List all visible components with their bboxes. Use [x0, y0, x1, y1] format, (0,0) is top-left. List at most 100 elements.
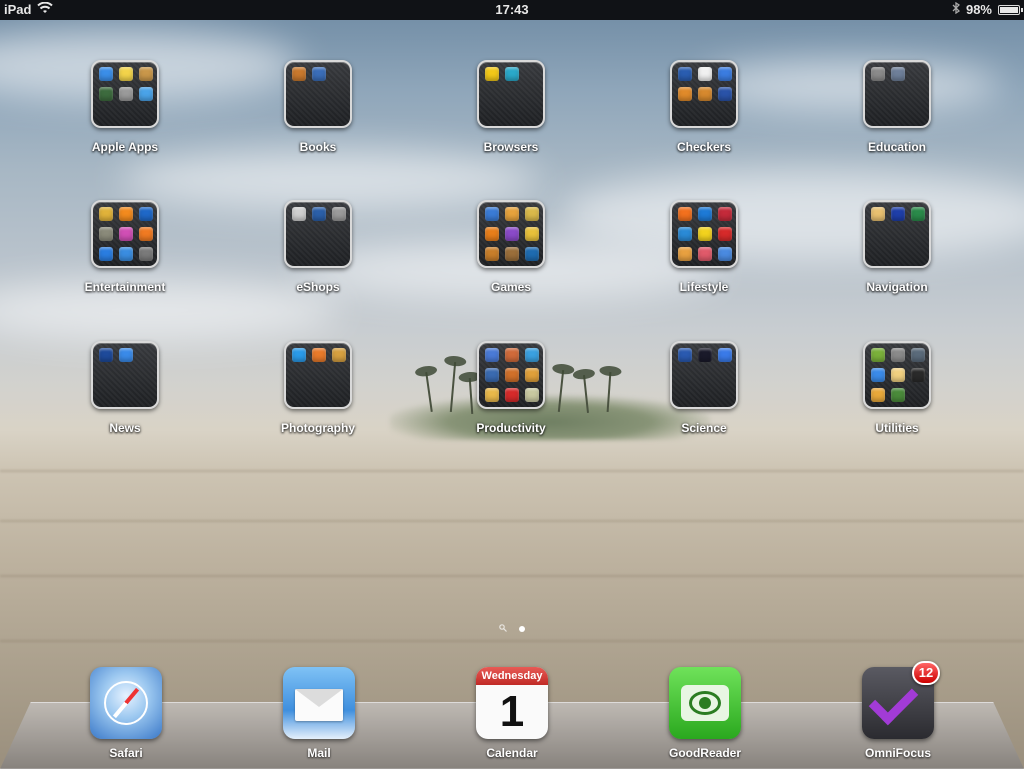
- mini-app-icon: [139, 67, 153, 81]
- mini-app-icon: [678, 348, 692, 362]
- bluetooth-icon: [952, 1, 960, 17]
- mini-app-icon: [525, 368, 539, 382]
- folder-label: Lifestyle: [679, 280, 729, 294]
- mini-app-icon: [718, 87, 732, 101]
- mini-app-icon: [891, 388, 905, 402]
- mini-app-icon: [312, 67, 326, 81]
- mini-app-icon: [292, 67, 306, 81]
- folder-science[interactable]: Science: [634, 341, 774, 441]
- folder-photography[interactable]: Photography: [248, 341, 388, 441]
- mini-app-icon: [525, 247, 539, 261]
- folder-icon[interactable]: [284, 60, 352, 128]
- mini-app-icon: [505, 388, 519, 402]
- folder-icon[interactable]: [477, 200, 545, 268]
- mini-app-icon: [139, 207, 153, 221]
- mini-app-icon: [505, 207, 519, 221]
- mini-app-icon: [292, 207, 306, 221]
- page-dot-current[interactable]: [519, 626, 525, 632]
- folder-icon[interactable]: [863, 60, 931, 128]
- safari-icon[interactable]: [90, 667, 162, 739]
- mini-app-icon: [698, 207, 712, 221]
- folder-icon[interactable]: [284, 341, 352, 409]
- mini-app-icon: [99, 227, 113, 241]
- mini-app-icon: [698, 348, 712, 362]
- folder-games[interactable]: Games: [441, 200, 581, 300]
- status-bar: iPad 17:43 98%: [0, 0, 1024, 20]
- mini-app-icon: [332, 207, 346, 221]
- folder-label: Entertainment: [84, 280, 166, 294]
- mini-app-icon: [891, 207, 905, 221]
- folder-icon[interactable]: [477, 341, 545, 409]
- folder-label: Productivity: [476, 421, 546, 435]
- mini-app-icon: [911, 348, 925, 362]
- folder-navigation[interactable]: Navigation: [827, 200, 967, 300]
- mini-app-icon: [698, 87, 712, 101]
- mini-app-icon: [525, 207, 539, 221]
- dock-app-goodreader[interactable]: GoodReader: [635, 667, 775, 767]
- mini-app-icon: [718, 247, 732, 261]
- wifi-icon: [37, 1, 54, 17]
- folder-icon[interactable]: [670, 200, 738, 268]
- dock-label: Mail: [307, 746, 331, 760]
- folder-browsers[interactable]: Browsers: [441, 60, 581, 160]
- mini-app-icon: [911, 207, 925, 221]
- folder-icon[interactable]: [91, 60, 159, 128]
- mini-app-icon: [119, 87, 133, 101]
- folder-icon[interactable]: [863, 200, 931, 268]
- mini-app-icon: [911, 368, 925, 382]
- folder-icon[interactable]: [284, 200, 352, 268]
- calendar-weekday: Wednesday: [476, 667, 548, 685]
- folder-label: Games: [490, 280, 532, 294]
- mini-app-icon: [525, 227, 539, 241]
- folder-icon[interactable]: [863, 341, 931, 409]
- folder-label: Books: [299, 140, 337, 154]
- folder-eshops[interactable]: eShops: [248, 200, 388, 300]
- mini-app-icon: [871, 207, 885, 221]
- mini-app-icon: [99, 247, 113, 261]
- mini-app-icon: [871, 388, 885, 402]
- folder-apple-apps[interactable]: Apple Apps: [55, 60, 195, 160]
- folder-label: eShops: [296, 280, 340, 294]
- folder-icon[interactable]: [91, 341, 159, 409]
- mini-app-icon: [718, 227, 732, 241]
- calendar-icon[interactable]: Wednesday 1: [476, 667, 548, 739]
- mini-app-icon: [139, 87, 153, 101]
- dock-app-omnifocus[interactable]: 12 OmniFocus: [828, 661, 968, 767]
- mini-app-icon: [678, 247, 692, 261]
- mini-app-icon: [119, 227, 133, 241]
- folder-education[interactable]: Education: [827, 60, 967, 160]
- dock-app-mail[interactable]: Mail: [249, 667, 389, 767]
- mail-icon[interactable]: [283, 667, 355, 739]
- mini-app-icon: [139, 227, 153, 241]
- mini-app-icon: [292, 348, 306, 362]
- folder-entertainment[interactable]: Entertainment: [55, 200, 195, 300]
- mini-app-icon: [485, 368, 499, 382]
- folder-news[interactable]: News: [55, 341, 195, 441]
- folder-productivity[interactable]: Productivity: [441, 341, 581, 441]
- folder-icon[interactable]: [670, 60, 738, 128]
- mini-app-icon: [119, 247, 133, 261]
- folder-label: Navigation: [866, 280, 928, 294]
- folder-utilities[interactable]: Utilities: [827, 341, 967, 441]
- mini-app-icon: [505, 247, 519, 261]
- mini-app-icon: [871, 348, 885, 362]
- goodreader-icon[interactable]: [669, 667, 741, 739]
- dock-app-safari[interactable]: Safari: [56, 667, 196, 767]
- mini-app-icon: [312, 348, 326, 362]
- folder-checkers[interactable]: Checkers: [634, 60, 774, 160]
- mini-app-icon: [525, 388, 539, 402]
- clock: 17:43: [495, 2, 529, 17]
- folder-icon[interactable]: [91, 200, 159, 268]
- mini-app-icon: [871, 67, 885, 81]
- folder-books[interactable]: Books: [248, 60, 388, 160]
- folder-icon[interactable]: [670, 341, 738, 409]
- dock-app-calendar[interactable]: Wednesday 1 Calendar: [442, 667, 582, 767]
- folder-lifestyle[interactable]: Lifestyle: [634, 200, 774, 300]
- mini-app-icon: [99, 348, 113, 362]
- device-name: iPad: [4, 2, 32, 17]
- page-indicator[interactable]: [0, 623, 1024, 635]
- battery-icon: [998, 4, 1023, 15]
- spotlight-search-icon[interactable]: [499, 624, 507, 634]
- folder-icon[interactable]: [477, 60, 545, 128]
- calendar-day: 1: [499, 687, 525, 736]
